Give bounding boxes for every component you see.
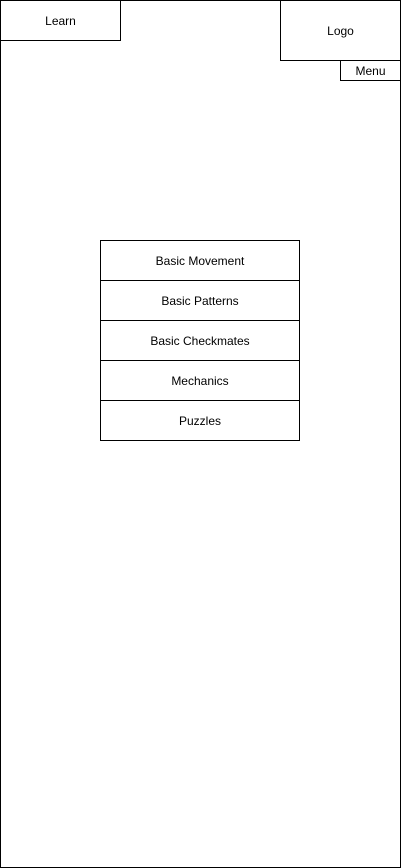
- lesson-list: Basic Movement Basic Patterns Basic Chec…: [100, 240, 300, 441]
- logo: Logo: [280, 0, 401, 61]
- menu-label: Menu: [355, 63, 386, 78]
- logo-label: Logo: [327, 23, 354, 38]
- lesson-item-mechanics[interactable]: Mechanics: [100, 360, 300, 401]
- lesson-item-label: Puzzles: [178, 413, 222, 428]
- lesson-item-basic-movement[interactable]: Basic Movement: [100, 240, 300, 281]
- lesson-item-label: Basic Checkmates: [150, 333, 250, 348]
- learn-label: Learn: [45, 13, 76, 28]
- lesson-item-basic-checkmates[interactable]: Basic Checkmates: [100, 320, 300, 361]
- lesson-item-label: Basic Movement: [155, 253, 245, 268]
- learn-title: Learn: [0, 0, 121, 41]
- lesson-item-puzzles[interactable]: Puzzles: [100, 400, 300, 441]
- lesson-item-basic-patterns[interactable]: Basic Patterns: [100, 280, 300, 321]
- lesson-item-label: Mechanics: [171, 373, 229, 388]
- lesson-item-label: Basic Patterns: [161, 293, 239, 308]
- menu-button[interactable]: Menu: [340, 60, 401, 81]
